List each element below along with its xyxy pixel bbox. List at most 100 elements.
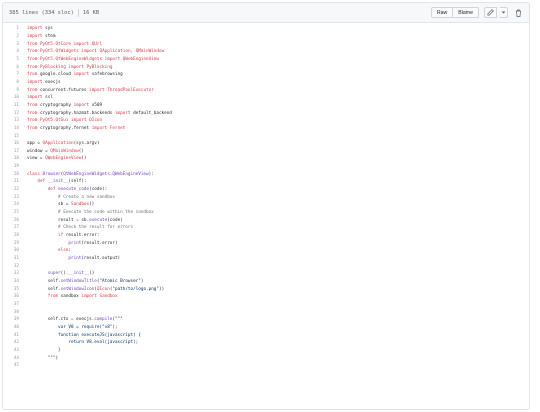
line-number[interactable]: 7 [3,72,27,77]
file-header: 385 lines (334 sloc) 16 KB Raw Blame [3,3,529,23]
line-content: import ssl [27,95,53,100]
line-number[interactable]: 18 [3,156,27,161]
line-content: print(result.error) [27,240,117,246]
line-number[interactable]: 30 [3,248,27,253]
line-number[interactable]: 43 [3,348,27,353]
code-token: (code) [107,217,123,223]
line-content: from PyQt5.QtWebEngineWidgets import QWe… [27,57,159,62]
line-number[interactable]: 15 [3,134,27,139]
lines-info: 385 lines (334 sloc) [9,9,74,16]
code-token: } [27,347,61,353]
code-token: import [73,72,90,78]
line-number[interactable]: 5 [3,57,27,62]
line-number[interactable]: 36 [3,294,27,299]
line-number[interactable]: 9 [3,88,27,93]
line-number[interactable]: 11 [3,103,27,108]
code-token: app = [27,141,43,147]
line-number[interactable]: 31 [3,256,27,261]
line-number[interactable]: 28 [3,233,27,238]
code-token: PyQt5.QtGui [39,118,69,124]
code-token: var V8 = require("v8"); [27,324,118,330]
code-token: from [27,49,38,55]
code-line: 15 [3,132,529,140]
line-number[interactable]: 33 [3,271,27,276]
line-number[interactable]: 24 [3,202,27,207]
edit-menu-button[interactable] [500,7,508,18]
code-token: Fernet [109,125,126,131]
line-number[interactable]: 39 [3,317,27,322]
line-number[interactable]: 19 [3,164,27,169]
line-number[interactable]: 45 [3,363,27,368]
line-number[interactable]: 14 [3,126,27,131]
line-number[interactable]: 16 [3,141,27,146]
line-number[interactable]: 27 [3,225,27,230]
code-line: 33 super().__init__() [3,270,529,278]
code-token: function executeJS(javascript) { [27,332,141,338]
code-token: __init__ [47,179,69,185]
line-number[interactable]: 37 [3,302,27,307]
code-token: QtWebEngineWidgets.QWebEngineView [63,171,149,177]
code-line: 40 var V8 = require("v8"); [3,324,529,332]
code-line: 27 # Check the result for errors [3,224,529,232]
code-token: x509 [89,102,103,108]
code-token: )) [158,286,165,292]
line-number[interactable]: 25 [3,210,27,215]
line-content: } [27,348,61,353]
code-token: ) [55,355,59,361]
code-token: # Check the result for errors [58,225,134,231]
line-number[interactable]: 10 [3,95,27,100]
line-number[interactable]: 22 [3,187,27,192]
code-line: 17 window = QMainWindow() [3,148,529,156]
code-line: 11 from cryptography import x509 [3,102,529,110]
line-number[interactable]: 29 [3,241,27,246]
line-number[interactable]: 12 [3,111,27,116]
code-line: 19 [3,163,529,171]
code-token: import [81,49,97,55]
line-content: from cryptography.fernet import Fernet [27,126,125,131]
blame-button[interactable]: Blame [453,7,479,18]
line-number[interactable]: 17 [3,149,27,154]
code-line: 44 """) [3,354,529,362]
code-token: import [27,79,43,85]
line-content: from PyQt5.QtGui import QIcon [27,118,102,123]
line-number[interactable]: 13 [3,118,27,123]
code-token: __init__ [68,271,90,277]
code-token: import [104,56,121,62]
line-number[interactable]: 20 [3,172,27,177]
code-token: from [27,87,38,93]
line-number[interactable]: 42 [3,340,27,345]
code-token: PyQt5.QtWidgets [39,49,79,55]
code-line: 35 self.setWindowIcon(QIcon("path/to/log… [3,285,529,293]
delete-button[interactable] [513,7,523,18]
line-number[interactable]: 4 [3,49,27,54]
line-number[interactable]: 3 [3,42,27,47]
line-number[interactable]: 21 [3,179,27,184]
line-number[interactable]: 23 [3,195,27,200]
line-content: # Create a new sandbox [27,195,115,200]
line-number[interactable]: 41 [3,333,27,338]
code-line: 1 import sys [3,25,529,33]
line-content: return V8.eval(javascript); [27,340,138,345]
code-token: import [68,64,84,70]
line-number[interactable]: 26 [3,218,27,223]
line-number[interactable]: 8 [3,80,27,85]
edit-button[interactable] [484,7,497,18]
line-number[interactable]: 1 [3,26,27,31]
line-number[interactable]: 38 [3,310,27,315]
line-number[interactable]: 40 [3,325,27,330]
code-token: QWebEngineView [45,156,82,162]
code-line: 38 [3,308,529,316]
line-number[interactable]: 32 [3,264,27,269]
code-line: 36 from sandbox import Sandbox [3,293,529,301]
raw-button[interactable]: Raw [430,7,454,18]
code-token: (self): [68,179,87,185]
code-token: print [68,240,82,246]
code-token: setWindowTitle [60,278,97,284]
line-number[interactable]: 2 [3,34,27,39]
line-number[interactable]: 34 [3,279,27,284]
line-number[interactable]: 35 [3,287,27,292]
line-number[interactable]: 44 [3,356,27,361]
line-number[interactable]: 6 [3,65,27,70]
